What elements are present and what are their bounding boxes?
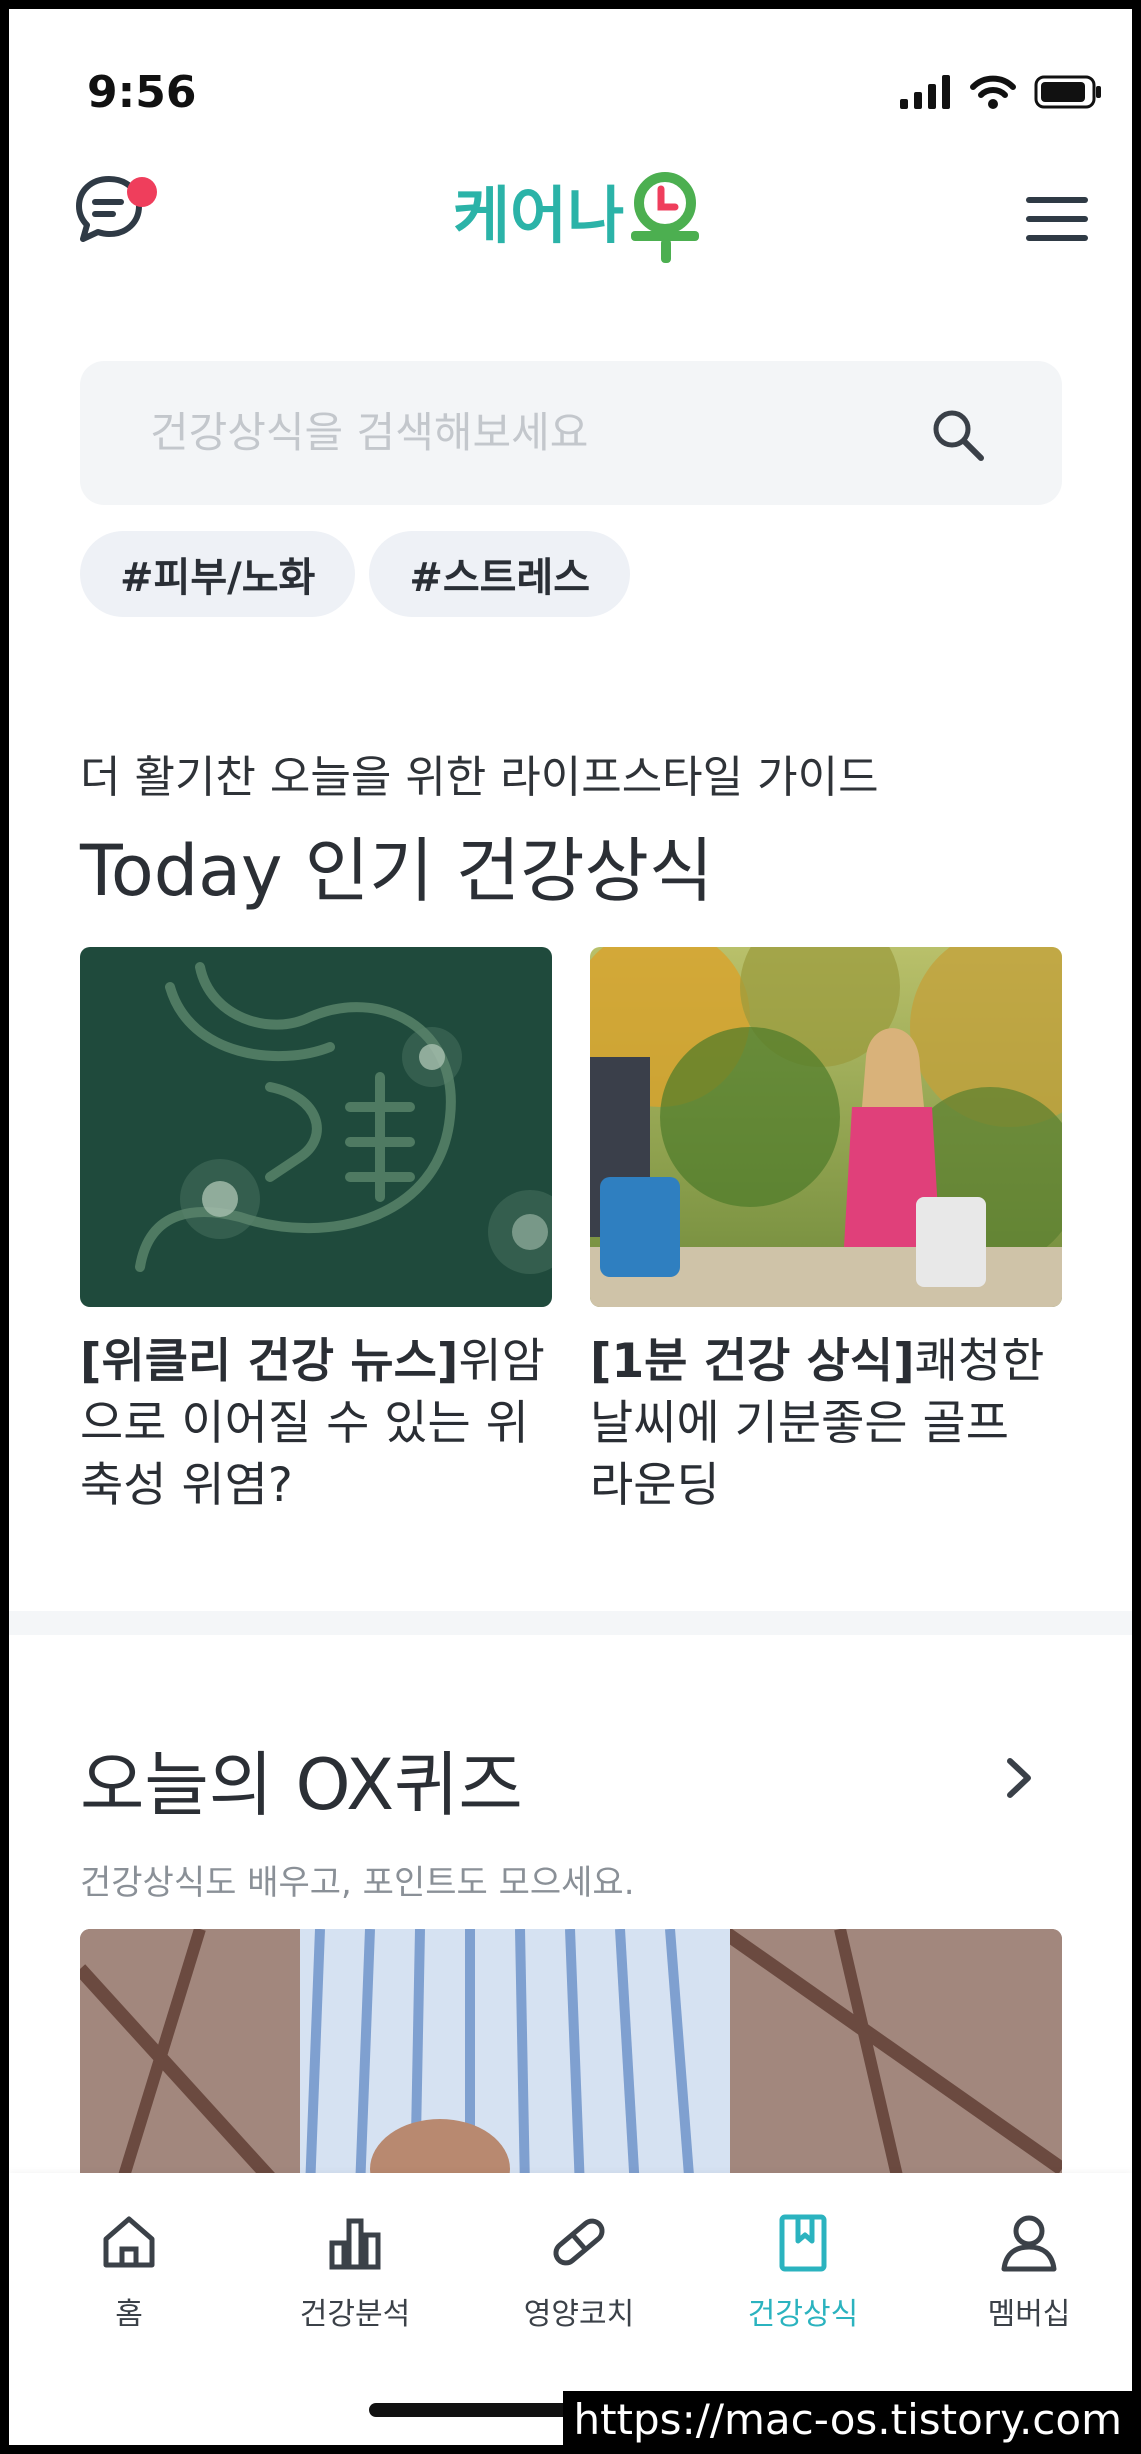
quiz-subtitle: 건강상식도 배우고, 포인트도 모으세요. bbox=[80, 1863, 635, 1903]
article-category: [1분 건강 상식] bbox=[590, 1334, 915, 1389]
nav-label: 멤버십 bbox=[987, 2297, 1071, 2332]
article-card[interactable]: [위클리 건강 뉴스]위암으로 이어질 수 있는 위축성 위염? bbox=[80, 947, 552, 1517]
article-title: [위클리 건강 뉴스]위암으로 이어질 수 있는 위축성 위염? bbox=[80, 1331, 552, 1517]
section-divider bbox=[9, 1611, 1132, 1635]
quiz-title: 오늘의 OX퀴즈 bbox=[80, 1744, 523, 1826]
wifi-icon bbox=[970, 75, 1016, 109]
bookmark-book-icon bbox=[779, 2214, 827, 2272]
tag-skin-aging[interactable]: #피부/노화 bbox=[80, 531, 356, 617]
nav-label: 홈 bbox=[115, 2297, 143, 2332]
chevron-right-icon[interactable] bbox=[998, 1753, 1038, 1803]
nav-membership[interactable]: 멤버십 bbox=[929, 2209, 1129, 2333]
phone-screen: 9:56 케어나 건강상식을 검색해보세요 #피부/노화 #스트레스 더 활기찬… bbox=[9, 9, 1132, 2445]
signal-icon bbox=[900, 75, 950, 109]
battery-icon bbox=[1034, 75, 1101, 109]
nav-health-knowledge[interactable]: 건강상식 bbox=[703, 2209, 903, 2333]
tag-stress[interactable]: #스트레스 bbox=[369, 531, 631, 617]
hashtag-list: #피부/노화 #스트레스 bbox=[80, 531, 631, 617]
section-subtitle: 더 활기찬 오늘을 위한 라이프스타일 가이드 bbox=[80, 752, 879, 803]
article-card[interactable]: [1분 건강 상식]쾌청한 날씨에 기분좋은 골프 라운딩 bbox=[590, 947, 1062, 1517]
status-time: 9:56 bbox=[87, 67, 197, 118]
golf-photo bbox=[590, 947, 1062, 1307]
quiz-photo[interactable] bbox=[80, 1929, 1062, 2189]
notification-dot bbox=[127, 177, 157, 207]
svg-text:케어나: 케어나 bbox=[453, 179, 624, 252]
nav-label: 영양코치 bbox=[523, 2297, 635, 2332]
nav-home[interactable]: 홈 bbox=[29, 2209, 229, 2333]
nav-nutrition-coach[interactable]: 영양코치 bbox=[479, 2209, 679, 2333]
pill-icon bbox=[553, 2218, 605, 2266]
search-input[interactable] bbox=[150, 399, 910, 465]
home-icon bbox=[103, 2216, 155, 2268]
nav-label: 건강상식 bbox=[747, 2297, 859, 2332]
stomach-illustration bbox=[80, 947, 552, 1307]
article-title: [1분 건강 상식]쾌청한 날씨에 기분좋은 골프 라운딩 bbox=[590, 1331, 1062, 1517]
bar-chart-icon bbox=[329, 2218, 381, 2270]
menu-line bbox=[1026, 235, 1088, 241]
nav-label: 건강분석 bbox=[299, 2297, 411, 2332]
menu-line bbox=[1026, 216, 1088, 222]
menu-button[interactable] bbox=[1026, 197, 1088, 245]
article-category: [위클리 건강 뉴스] bbox=[80, 1334, 459, 1389]
section-title: Today 인기 건강상식 bbox=[80, 830, 714, 912]
search-bar bbox=[80, 361, 1062, 505]
menu-line bbox=[1026, 197, 1088, 203]
carenow-logo: 케어나 bbox=[453, 172, 699, 263]
search-icon[interactable] bbox=[928, 405, 986, 463]
status-icons bbox=[900, 75, 1102, 109]
watermark-url: https://mac-os.tistory.com bbox=[563, 2391, 1132, 2445]
person-icon bbox=[1001, 2215, 1057, 2272]
nav-health-analysis[interactable]: 건강분석 bbox=[255, 2209, 455, 2333]
